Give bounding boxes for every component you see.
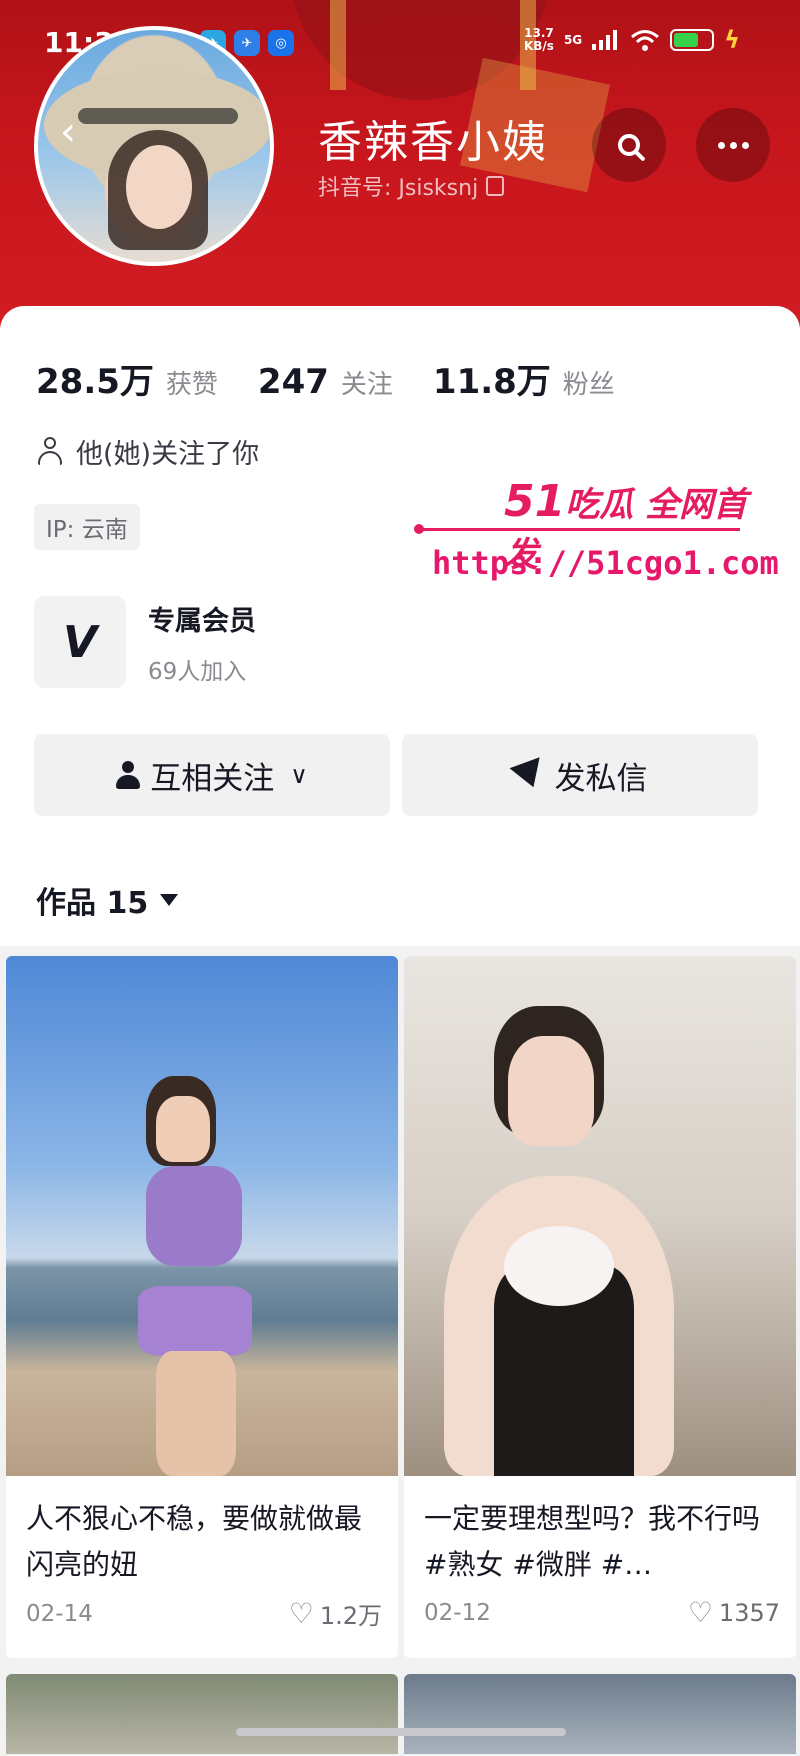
video-meta: 02-14 ♡ 1.2万: [26, 1596, 382, 1631]
home-indicator[interactable]: [236, 1728, 566, 1736]
battery-icon: [670, 29, 715, 51]
avatar-hatband: [78, 108, 238, 124]
following-label: 关注: [340, 370, 393, 400]
membership-v-icon: V: [34, 596, 126, 688]
profile-stats: 28.5万 获赞 247 关注 11.8万 粉丝: [36, 354, 655, 403]
status-indicators: 13.7 KB/s 5G ϟ: [524, 26, 740, 54]
membership-count: 69人加入: [148, 658, 247, 685]
send-message-label: 发私信: [554, 760, 648, 797]
followers-label: 粉丝: [562, 370, 615, 400]
thumbnail-figure: [156, 1351, 236, 1476]
signal-icon: [592, 30, 618, 50]
heart-icon: ♡: [288, 1597, 314, 1630]
search-button[interactable]: [592, 108, 666, 182]
douyin-id-text: 抖音号: Jsisksnj: [318, 176, 479, 201]
thumbnail-figure: [508, 1036, 594, 1146]
video-likes: ♡ 1357: [688, 1596, 780, 1629]
video-thumbnail-partial[interactable]: [404, 1674, 796, 1754]
video-like-count: 1.2万: [319, 1602, 382, 1630]
more-options-button[interactable]: [696, 108, 770, 182]
video-thumbnail[interactable]: [6, 956, 398, 1476]
video-grid: 人不狠心不稳，要做就做最闪亮的妞 02-14 ♡ 1.2万 一定要理想型吗？我不…: [0, 946, 800, 1756]
profile-card: 28.5万 获赞 247 关注 11.8万 粉丝 他(她)关注了你 IP: 云南…: [0, 306, 800, 1756]
mail-app-icon: ✈: [234, 30, 260, 56]
follows-you-text: 他(她)关注了你: [76, 439, 260, 470]
send-icon: [509, 757, 548, 793]
video-date: 02-14: [26, 1600, 93, 1627]
profile-name: 香辣香小姨: [318, 117, 548, 168]
follows-you-indicator: 他(她)关注了你: [36, 432, 259, 471]
thumbnail-figure: [504, 1226, 614, 1306]
net-speed-unit: KB/s: [523, 39, 554, 53]
video-thumbnail[interactable]: [404, 956, 796, 1476]
more-dots-icon: [717, 141, 749, 149]
network-type: 5G: [563, 33, 583, 47]
thumbnail-figure: [138, 1286, 252, 1356]
exclusive-membership[interactable]: V 专属会员 69人加入: [34, 596, 256, 688]
video-likes: ♡ 1.2万: [289, 1596, 382, 1631]
video-card[interactable]: 人不狠心不稳，要做就做最闪亮的妞 02-14 ♡ 1.2万: [6, 956, 398, 1658]
works-tab-label: 作品 15: [36, 886, 149, 921]
wifi-icon: [631, 30, 660, 51]
avatar-face: [126, 145, 192, 229]
likes-label: 获赞: [165, 370, 218, 400]
thumbnail-figure: [146, 1166, 242, 1266]
person-check-icon: [116, 761, 141, 789]
video-date: 02-12: [424, 1599, 491, 1626]
video-caption: 一定要理想型吗？我不行吗#熟女 #微胖 #…: [424, 1502, 761, 1581]
membership-title: 专属会员: [148, 605, 256, 637]
following-count[interactable]: 247: [258, 362, 329, 402]
person-outline-icon: [36, 436, 64, 467]
likes-count[interactable]: 28.5万: [36, 354, 154, 403]
send-message-button[interactable]: 发私信: [402, 734, 758, 816]
mutual-follow-label: 互相关注: [150, 760, 275, 797]
tab-works[interactable]: 作品 15: [36, 878, 179, 922]
site-watermark: 51吃瓜 全网首发 https://51cgo1.com: [414, 476, 780, 616]
watermark-url: https://51cgo1.com: [432, 544, 779, 582]
douyin-id[interactable]: 抖音号: Jsisksnj: [318, 170, 505, 202]
video-thumbnail-partial[interactable]: [6, 1674, 398, 1754]
profile-header: 11:31 e ▶ ✈ ✈ ◎ 13.7 KB/s 5G: [0, 0, 800, 330]
video-caption: 人不狠心不稳，要做就做最闪亮的妞: [26, 1502, 363, 1581]
copy-icon[interactable]: [486, 176, 505, 196]
thumbnail-figure: [156, 1096, 210, 1162]
watermark-line: [414, 524, 740, 534]
caret-down-icon: [160, 894, 179, 906]
watermark-number: 51: [504, 476, 566, 527]
search-icon: [618, 134, 640, 156]
chevron-down-icon: ∨: [290, 761, 308, 789]
ip-location-tag: IP: 云南: [34, 504, 140, 550]
mutual-follow-button[interactable]: 互相关注 ∨: [34, 734, 390, 816]
charging-icon: ϟ: [724, 26, 740, 54]
back-icon[interactable]: ‹: [50, 112, 86, 156]
video-meta: 02-12 ♡ 1357: [424, 1596, 780, 1629]
video-like-count: 1357: [718, 1598, 780, 1627]
followers-count[interactable]: 11.8万: [433, 354, 551, 403]
heart-icon: ♡: [687, 1596, 713, 1629]
net-speed: 13.7 KB/s: [524, 27, 554, 53]
video-card[interactable]: 一定要理想型吗？我不行吗#熟女 #微胖 #… 02-12 ♡ 1357: [404, 956, 796, 1658]
browser-app-icon: ◎: [268, 30, 294, 56]
